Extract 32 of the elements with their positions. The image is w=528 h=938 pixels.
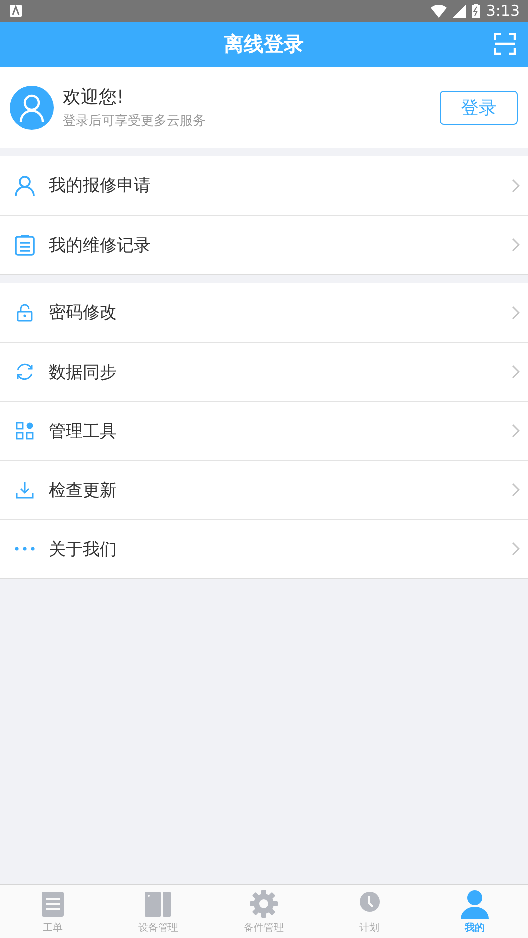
scan-icon[interactable] xyxy=(494,33,516,55)
app-notification-icon xyxy=(10,5,22,17)
avatar-icon xyxy=(10,86,54,130)
download-icon xyxy=(14,479,36,501)
user-icon xyxy=(460,889,490,919)
menu-item[interactable]: 我的维修记录 xyxy=(0,215,528,274)
wifi-icon xyxy=(431,4,448,18)
chevron-icon xyxy=(512,238,520,252)
menu-item[interactable]: 密码修改 xyxy=(0,283,528,342)
greeting-subtitle: 登录后可享受更多云服务 xyxy=(63,113,207,130)
chevron-icon xyxy=(512,483,520,497)
menu-item[interactable]: 我的报修申请 xyxy=(0,156,528,215)
battery-icon xyxy=(472,4,480,18)
apps-icon xyxy=(14,420,36,442)
chevron-icon xyxy=(512,178,520,192)
menu-item[interactable]: 管理工具 xyxy=(0,401,528,460)
chevron-icon xyxy=(512,424,520,438)
menu-item[interactable]: 检查更新 xyxy=(0,460,528,519)
menu-item[interactable]: 关于我们 xyxy=(0,519,528,578)
clipboard-icon xyxy=(14,234,36,256)
page-title: 离线登录 xyxy=(224,31,304,58)
greeting-text: 欢迎您! xyxy=(63,86,126,109)
gear-icon xyxy=(248,889,279,919)
menu-item[interactable]: 数据同步 xyxy=(0,342,528,401)
chevron-icon xyxy=(512,306,520,320)
signal-icon xyxy=(453,4,466,18)
more-icon xyxy=(15,547,35,551)
chevron-icon xyxy=(512,542,520,556)
person-icon xyxy=(14,174,36,196)
book-icon xyxy=(143,889,174,919)
status-time: 3:13 xyxy=(486,2,520,20)
chevron-icon xyxy=(512,365,520,379)
